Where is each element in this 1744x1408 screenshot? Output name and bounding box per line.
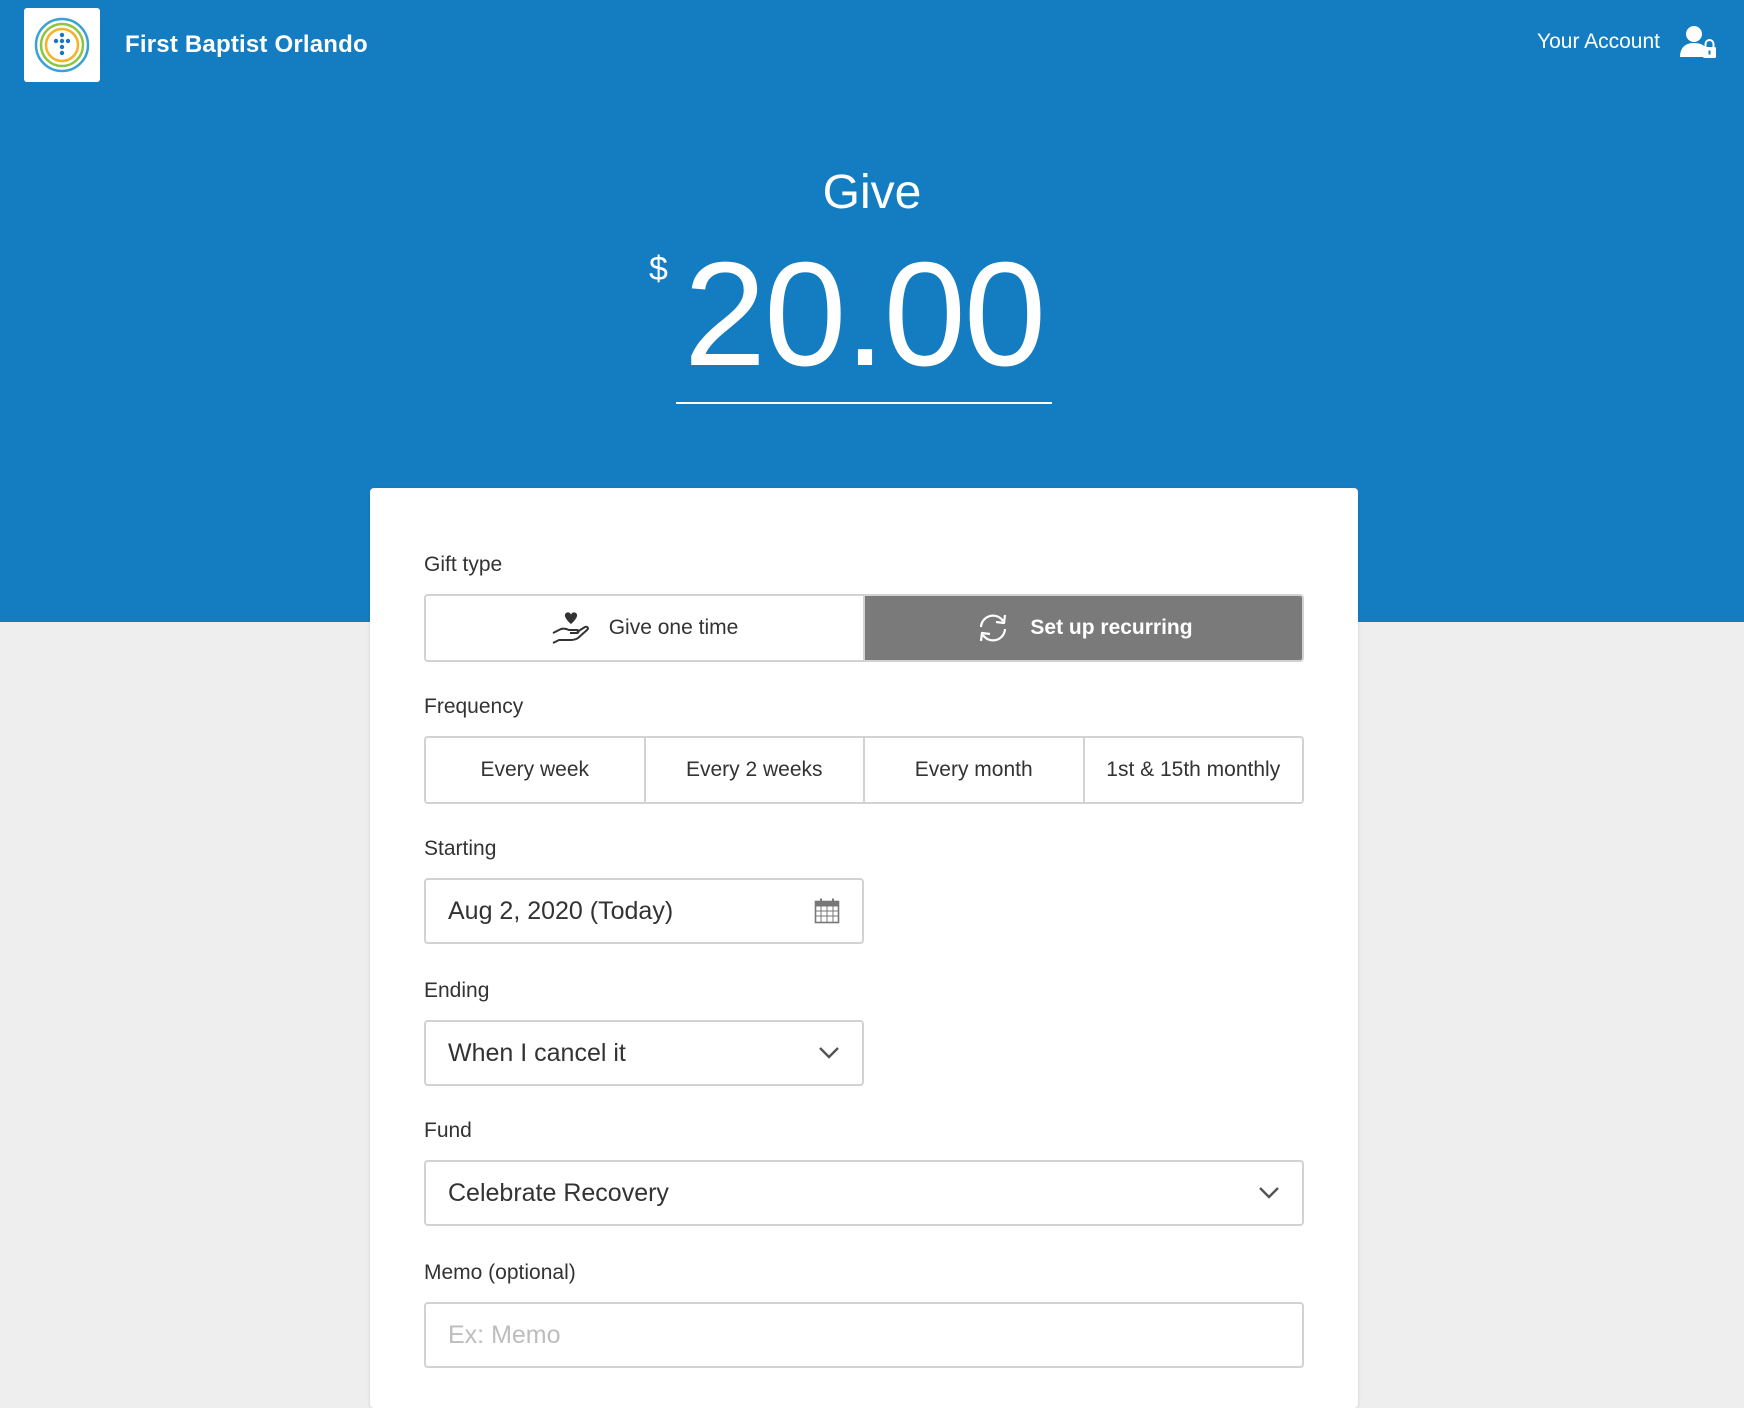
- user-lock-icon: [1680, 26, 1716, 58]
- cross-circles-logo-icon: [34, 17, 90, 73]
- calendar-icon: [814, 898, 840, 924]
- frequency-every-week-button[interactable]: Every week: [426, 738, 646, 802]
- fund-select[interactable]: Celebrate Recovery: [424, 1160, 1304, 1226]
- memo-input[interactable]: Ex: Memo: [424, 1302, 1304, 1368]
- give-one-time-button[interactable]: Give one time: [426, 596, 865, 660]
- starting-date-field[interactable]: Aug 2, 2020 (Today): [424, 878, 864, 944]
- ending-select[interactable]: When I cancel it: [424, 1020, 864, 1086]
- hand-heart-icon: [552, 612, 589, 644]
- gift-type-toggle: Give one time Set up recurring: [424, 594, 1304, 662]
- ending-value: When I cancel it: [448, 1038, 626, 1067]
- chevron-down-icon: [819, 1047, 839, 1059]
- your-account-link[interactable]: Your Account: [1537, 22, 1718, 62]
- account-label: Your Account: [1537, 30, 1660, 53]
- frequency-every-2-weeks-button[interactable]: Every 2 weeks: [645, 738, 865, 802]
- org-logo[interactable]: [24, 8, 100, 82]
- ending-label: Ending: [424, 979, 490, 1002]
- currency-symbol: $: [649, 250, 668, 288]
- starting-date-value: Aug 2, 2020 (Today): [448, 896, 674, 925]
- give-one-time-label: Give one time: [608, 616, 739, 639]
- memo-label: Memo (optional): [424, 1261, 576, 1284]
- give-title: Give: [822, 166, 922, 219]
- frequency-options: Every week Every 2 weeks Every month 1st…: [424, 736, 1304, 804]
- frequency-label: Frequency: [424, 695, 524, 718]
- refresh-icon: [980, 614, 1007, 642]
- set-up-recurring-button[interactable]: Set up recurring: [865, 596, 1302, 660]
- starting-label: Starting: [424, 837, 497, 860]
- fund-label: Fund: [424, 1119, 472, 1142]
- org-name[interactable]: First Baptist Orlando: [125, 31, 368, 59]
- recurring-gift-form: Gift type Give one time Set up recurring…: [370, 488, 1358, 1408]
- fund-value: Celebrate Recovery: [448, 1178, 669, 1207]
- memo-placeholder: Ex: Memo: [448, 1320, 561, 1349]
- frequency-every-month-button[interactable]: Every month: [865, 738, 1085, 802]
- amount-value[interactable]: 20.00: [676, 240, 1052, 390]
- gift-type-label: Gift type: [424, 553, 503, 576]
- chevron-down-icon: [1259, 1187, 1279, 1199]
- set-up-recurring-label: Set up recurring: [1030, 616, 1193, 639]
- amount-field[interactable]: $ 20.00: [649, 240, 1052, 404]
- frequency-1st-15th-monthly-button[interactable]: 1st & 15th monthly: [1084, 738, 1302, 802]
